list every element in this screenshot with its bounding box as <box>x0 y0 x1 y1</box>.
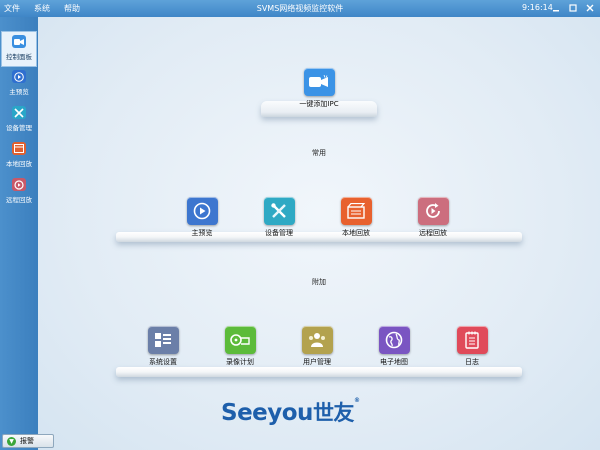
film-reel-icon <box>224 326 256 354</box>
alarm-label: 报警 <box>20 437 34 445</box>
tile-label: 主预览 <box>191 229 213 237</box>
user-manage-tile[interactable]: 用户管理 <box>297 326 337 367</box>
system-settings-tile[interactable]: 系统设置 <box>143 326 183 367</box>
logo-text-cn: 世友 <box>312 401 355 425</box>
local-playback-tile[interactable]: 本地回放 <box>336 197 376 238</box>
sidebar-item-main-preview[interactable]: 主预览 <box>1 67 37 103</box>
close-icon <box>586 4 593 12</box>
emap-tile[interactable]: 电子地图 <box>374 326 414 367</box>
section-common-label: 常用 <box>312 149 326 157</box>
tools-icon <box>263 197 295 225</box>
section-extra-label: 附加 <box>312 278 326 286</box>
alarm-status-icon: ▼ <box>7 436 16 446</box>
device-manage-tile[interactable]: 设备管理 <box>259 197 299 238</box>
sidebar-item-local-playback[interactable]: 本地回放 <box>1 139 37 175</box>
camera-icon <box>303 68 335 96</box>
play-icon <box>186 197 218 225</box>
refresh-play-icon <box>12 178 26 191</box>
window-title: SVMS网络视频监控软件 <box>256 4 344 13</box>
remote-playback-tile[interactable]: 远程回放 <box>413 197 453 238</box>
play-icon <box>12 70 26 83</box>
tile-label: 系统设置 <box>149 358 177 366</box>
tile-label: 本地回放 <box>342 229 370 237</box>
control-panel: 一键添加IPC 常用 主预览 设备管理 本地回放 远程回放 附加 系统设置 录像… <box>38 17 600 450</box>
tile-label: 日志 <box>465 358 479 366</box>
sidebar-item-label: 本地回放 <box>6 160 32 168</box>
sidebar-item-control-panel[interactable]: 控制面板 <box>1 31 37 67</box>
sidebar-item-label: 设备管理 <box>6 124 32 132</box>
minimize-button[interactable] <box>549 2 562 14</box>
shelf-common <box>116 232 522 242</box>
tools-icon <box>12 106 26 119</box>
seeyou-logo: Seeyou世友® <box>221 397 360 427</box>
sidebar-item-label: 主预览 <box>9 88 29 96</box>
sidebar: 控制面板 主预览 设备管理 本地回放 远程回放 <box>0 17 38 450</box>
camera-icon <box>12 35 26 48</box>
sidebar-item-device-manage[interactable]: 设备管理 <box>1 103 37 139</box>
record-plan-tile[interactable]: 录像计划 <box>220 326 260 367</box>
refresh-play-icon <box>417 197 449 225</box>
maximize-icon <box>568 4 577 12</box>
settings-grid-icon <box>147 326 179 354</box>
alarm-button[interactable]: ▼ 报警 <box>2 434 54 448</box>
tile-label: 用户管理 <box>303 358 331 366</box>
logo-text-en: Seeyou <box>221 400 313 426</box>
globe-icon <box>378 326 410 354</box>
tile-label: 设备管理 <box>265 229 293 237</box>
sidebar-item-label: 远程回放 <box>6 196 32 204</box>
window-controls <box>549 2 596 14</box>
maximize-button[interactable] <box>566 2 579 14</box>
registered-mark-icon: ® <box>353 397 360 404</box>
tile-label: 远程回放 <box>419 229 447 237</box>
main-preview-tile[interactable]: 主预览 <box>182 197 222 238</box>
sidebar-item-remote-playback[interactable]: 远程回放 <box>1 175 37 211</box>
tile-label: 录像计划 <box>226 358 254 366</box>
tile-label: 电子地图 <box>380 358 408 366</box>
sidebar-item-label: 控制面板 <box>6 53 32 61</box>
tile-label: 一键添加IPC <box>299 100 339 108</box>
close-button[interactable] <box>583 2 596 14</box>
notepad-icon <box>456 326 488 354</box>
add-ipc-tile[interactable]: 一键添加IPC <box>285 68 353 109</box>
film-icon <box>12 142 26 155</box>
title-bar: 文件 系统 帮助 SVMS网络视频监控软件 9:16:14 <box>0 0 600 17</box>
users-icon <box>301 326 333 354</box>
log-tile[interactable]: 日志 <box>452 326 492 367</box>
film-icon <box>340 197 372 225</box>
shelf-extra <box>116 367 522 377</box>
minimize-icon <box>552 10 559 12</box>
